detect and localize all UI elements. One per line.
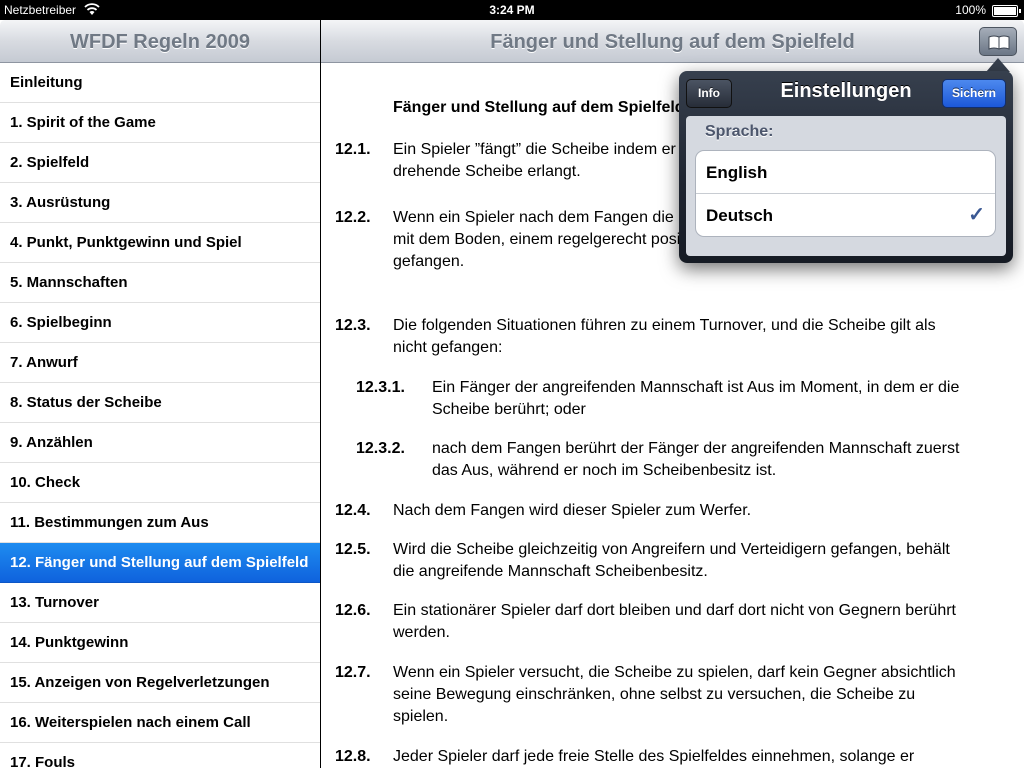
rule-text: Die folgenden Situationen führen zu eine… (393, 317, 936, 356)
rule-number: 12.3.1. (356, 379, 405, 396)
rule-number: 12.2. (335, 209, 371, 226)
settings-popover: Info Einstellungen Sichern Sprache: Engl… (679, 71, 1013, 263)
rule-number: 12.8. (335, 748, 371, 765)
chapter-item[interactable]: 10. Check (0, 463, 320, 503)
popover-body: Sprache: English Deutsch ✓ (686, 116, 1006, 256)
rule-number: 12.1. (335, 141, 371, 158)
settings-button[interactable] (979, 27, 1017, 56)
rule-text: Wird die Scheibe gleichzeitig von Angrei… (393, 541, 950, 580)
chapter-list: Einleitung 1. Spirit of the Game 2. Spielf… (0, 63, 320, 768)
chapter-item[interactable]: 6. Spielbeginn (0, 303, 320, 343)
chapter-item[interactable]: 12. Fänger und Stellung auf dem Spielfel… (0, 543, 320, 583)
section-heading: Fänger und Stellung auf dem Spielfeld (393, 99, 685, 116)
detail-navbar: Fänger und Stellung auf dem Spielfeld (321, 20, 1024, 63)
rule-text: Nach dem Fangen wird dieser Spieler zum … (393, 502, 752, 519)
chapter-item[interactable]: 15. Anzeigen von Regelverletzungen (0, 663, 320, 703)
rule-number: 12.7. (335, 664, 371, 681)
rule-number: 12.3.2. (356, 440, 405, 457)
chapter-item[interactable]: 5. Mannschaften (0, 263, 320, 303)
rule-text: Wenn ein Spieler versucht, die Scheibe z… (393, 664, 956, 725)
language-option-label: English (706, 163, 768, 182)
rule-text: Jeder Spieler darf jede freie Stelle des… (393, 748, 915, 765)
battery-percentage: 100% (955, 3, 986, 17)
detail-title: Fänger und Stellung auf dem Spielfeld (490, 31, 855, 53)
checkmark-icon: ✓ (968, 204, 985, 226)
status-bar: Netzbetreiber 3:24 PM 100% (0, 0, 1024, 20)
language-option-english[interactable]: English (696, 151, 995, 194)
rule-number: 12.6. (335, 602, 371, 619)
language-section-header: Sprache: (705, 123, 774, 140)
book-icon (988, 35, 1010, 50)
rule-text: Ein stationärer Spieler darf dort bleibe… (393, 602, 956, 641)
chapter-item[interactable]: 8. Status der Scheibe (0, 383, 320, 423)
language-option-deutsch[interactable]: Deutsch ✓ (696, 194, 995, 237)
rule-number: 12.4. (335, 502, 371, 519)
rule-number: 12.5. (335, 541, 371, 558)
chapter-item[interactable]: 9. Anzählen (0, 423, 320, 463)
chapter-item[interactable]: 17. Fouls (0, 743, 320, 768)
language-option-label: Deutsch (706, 206, 774, 225)
popover-arrow (986, 58, 1010, 72)
status-time: 3:24 PM (489, 3, 535, 17)
chapter-item[interactable]: Einleitung (0, 63, 320, 103)
rule-text: Ein Fänger der angreifenden Mannschaft i… (432, 379, 960, 418)
chapter-item[interactable]: 2. Spielfeld (0, 143, 320, 183)
battery-icon (992, 5, 1021, 17)
chapter-item[interactable]: 16. Weiterspielen nach einem Call (0, 703, 320, 743)
language-options-group: English Deutsch ✓ (695, 150, 996, 237)
chapter-item[interactable]: 13. Turnover (0, 583, 320, 623)
chapter-item[interactable]: 7. Anwurf (0, 343, 320, 383)
chapter-item[interactable]: 4. Punkt, Punktgewinn und Spiel (0, 223, 320, 263)
chapter-item[interactable]: 14. Punktgewinn (0, 623, 320, 663)
rule-text: nach dem Fangen berührt der Fänger der a… (432, 440, 960, 479)
master-navbar: WFDF Regeln 2009 (0, 20, 320, 63)
chapter-item[interactable]: 1. Spirit of the Game (0, 103, 320, 143)
chapter-item[interactable]: 11. Bestimmungen zum Aus (0, 503, 320, 543)
rule-number: 12.3. (335, 317, 371, 334)
master-title: WFDF Regeln 2009 (69, 31, 251, 53)
save-button[interactable]: Sichern (942, 79, 1006, 108)
master-pane: WFDF Regeln 2009 Einleitung 1. Spirit of … (0, 20, 320, 768)
chapter-item[interactable]: 3. Ausrüstung (0, 183, 320, 223)
